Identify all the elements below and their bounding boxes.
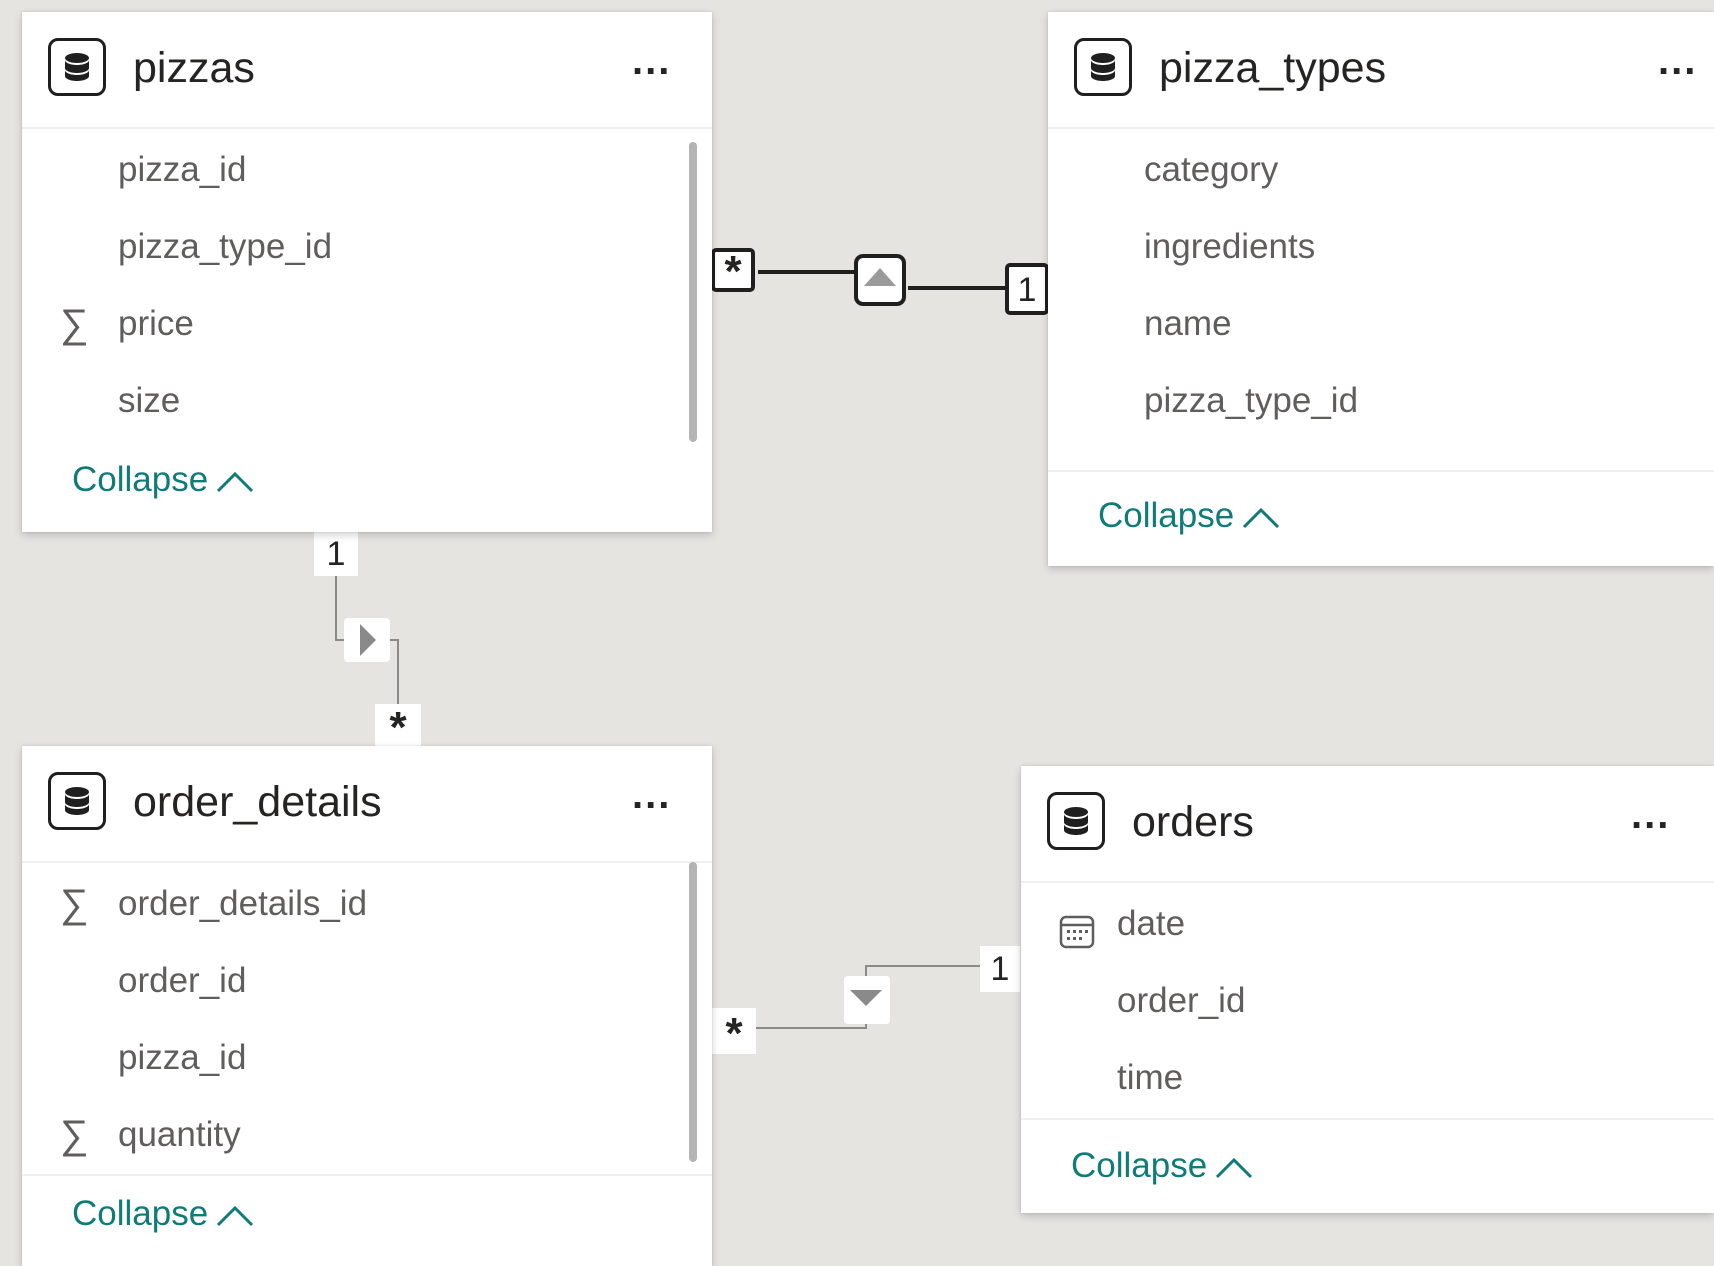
divider: [1048, 470, 1714, 472]
field-row[interactable]: pizza_id: [22, 1028, 712, 1088]
field-row[interactable]: pizza_type_id: [22, 217, 712, 277]
field-name: order_details_id: [118, 884, 368, 923]
table-header[interactable]: orders ...: [1021, 766, 1714, 883]
field-name: order_id: [1117, 981, 1246, 1020]
field-row[interactable]: order_id: [1021, 971, 1714, 1031]
table-card-orders[interactable]: orders ... date order_id time Collapse: [1021, 766, 1714, 1213]
divider: [1021, 1118, 1714, 1120]
cardinality-one-marker: 1: [314, 532, 358, 576]
direction-arrow-down-icon[interactable]: [844, 976, 890, 1024]
database-icon: [1074, 38, 1132, 96]
table-header[interactable]: pizza_types ...: [1048, 12, 1714, 129]
more-options-button[interactable]: ...: [632, 775, 671, 815]
table-card-pizza-types[interactable]: pizza_types ... category ingredients nam…: [1048, 12, 1714, 566]
more-options-button[interactable]: ...: [632, 41, 671, 81]
field-name: order_id: [118, 961, 247, 1000]
field-name: name: [1144, 304, 1232, 343]
chevron-up-icon: [216, 1196, 254, 1236]
cardinality-many-marker: *: [712, 1008, 756, 1058]
database-icon: [1047, 792, 1105, 850]
field-row[interactable]: pizza_id: [22, 140, 712, 200]
cardinality-one-marker: 1: [980, 946, 1020, 992]
scrollbar[interactable]: [689, 142, 697, 442]
table-title: pizza_types: [1159, 44, 1387, 92]
direction-arrow-right-icon[interactable]: [344, 618, 390, 662]
field-row[interactable]: name: [1048, 294, 1714, 354]
field-name: size: [118, 381, 181, 420]
direction-arrow-up-icon[interactable]: [854, 254, 906, 306]
table-title: pizzas: [133, 44, 255, 92]
field-row[interactable]: order_id: [22, 951, 712, 1011]
field-name: pizza_type_id: [118, 227, 333, 266]
field-row[interactable]: ∑ price: [22, 294, 712, 354]
field-name: pizza_type_id: [1144, 381, 1359, 420]
field-row[interactable]: date: [1021, 894, 1714, 954]
cardinality-many-marker: *: [375, 704, 421, 752]
field-row[interactable]: category: [1048, 140, 1714, 200]
field-row[interactable]: ∑ order_details_id: [22, 874, 712, 934]
sum-icon: ∑: [60, 882, 89, 926]
table-header[interactable]: order_details ...: [22, 746, 712, 863]
collapse-button[interactable]: Collapse: [1098, 496, 1280, 538]
more-options-button[interactable]: ...: [1631, 795, 1670, 835]
collapse-button[interactable]: Collapse: [1071, 1146, 1253, 1188]
field-row[interactable]: size: [22, 371, 712, 431]
field-row[interactable]: ingredients: [1048, 217, 1714, 277]
field-name: time: [1117, 1058, 1184, 1097]
chevron-up-icon: [1215, 1148, 1253, 1188]
collapse-button[interactable]: Collapse: [72, 460, 254, 502]
table-title: orders: [1132, 798, 1254, 846]
cardinality-one-marker: 1: [1005, 263, 1049, 315]
table-header[interactable]: pizzas ...: [22, 12, 712, 129]
field-name: date: [1117, 904, 1186, 943]
chevron-up-icon: [216, 462, 254, 502]
divider: [22, 1174, 712, 1176]
chevron-up-icon: [1242, 498, 1280, 538]
sum-icon: ∑: [60, 302, 89, 346]
database-icon: [48, 38, 106, 96]
table-title: order_details: [133, 778, 382, 826]
field-row[interactable]: time: [1021, 1048, 1714, 1108]
cardinality-many-marker: *: [711, 248, 755, 294]
field-name: quantity: [118, 1115, 241, 1154]
field-row[interactable]: pizza_type_id: [1048, 371, 1714, 431]
collapse-button[interactable]: Collapse: [72, 1194, 254, 1236]
table-card-order-details[interactable]: order_details ... ∑ order_details_id orde…: [22, 746, 712, 1266]
sum-icon: ∑: [60, 1113, 89, 1157]
scrollbar[interactable]: [689, 862, 697, 1162]
field-name: price: [118, 304, 194, 343]
calendar-icon: [1059, 906, 1095, 966]
field-row[interactable]: ∑ quantity: [22, 1105, 712, 1165]
field-name: pizza_id: [118, 1038, 247, 1077]
table-card-pizzas[interactable]: pizzas ... pizza_id pizza_type_id ∑ price…: [22, 12, 712, 532]
field-name: ingredients: [1144, 227, 1316, 266]
more-options-button[interactable]: ...: [1658, 41, 1697, 81]
field-name: category: [1144, 150, 1279, 189]
database-icon: [48, 772, 106, 830]
field-name: pizza_id: [118, 150, 247, 189]
